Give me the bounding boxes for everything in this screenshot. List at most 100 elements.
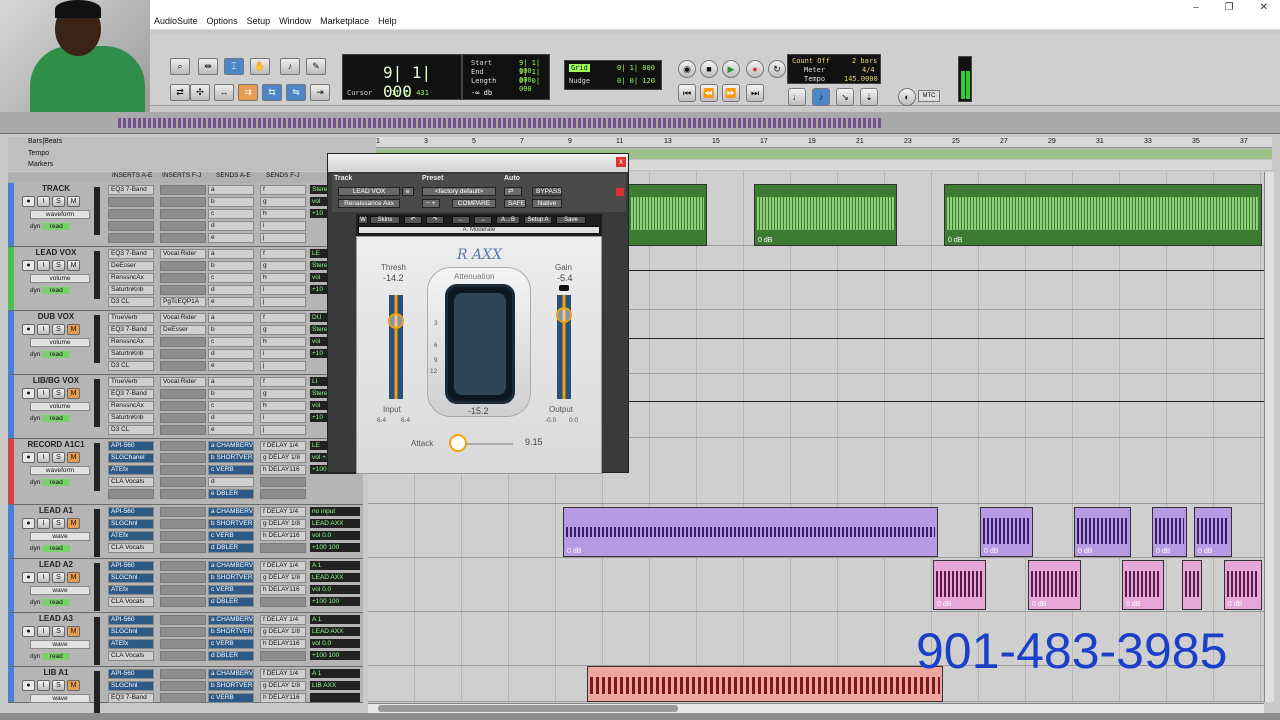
audio-clip[interactable]: 0 dB <box>980 507 1033 557</box>
io-slot[interactable]: +100 100 <box>310 597 360 606</box>
send-slot[interactable]: f DELAY 1/4 <box>260 669 306 679</box>
track-view-selector[interactable]: volume <box>30 338 90 347</box>
automation-mode[interactable]: dyn read <box>30 479 90 488</box>
send-slot[interactable]: d DBLER <box>208 651 254 661</box>
automation-mode[interactable]: dyn read <box>30 351 90 360</box>
insert-slot[interactable]: CLA Vocals <box>108 597 154 607</box>
send-slot[interactable]: b SHORTVER <box>208 681 254 691</box>
universe-overview[interactable] <box>0 112 1280 134</box>
send-slot[interactable]: e <box>208 233 254 243</box>
mute-button[interactable]: M <box>67 626 80 637</box>
grid-nudge-display[interactable]: Grid 0| 1| 000 Nudge 0| 0| 120 <box>564 60 662 90</box>
grabber-tool-icon[interactable]: ✋ <box>250 58 270 75</box>
insert-slot[interactable]: API-560 <box>108 507 154 517</box>
plugin-close-button[interactable]: x <box>616 157 626 167</box>
track-7[interactable]: LEAD A3 ● I S Mwave dyn read API-560 SLGChnl ATE… <box>8 613 363 667</box>
save-button[interactable]: Save <box>556 216 586 224</box>
return-to-zero-icon[interactable]: ⏮ <box>678 84 696 102</box>
send-slot[interactable]: h DELAY116 <box>260 639 306 649</box>
insert-slot[interactable] <box>160 185 206 195</box>
record-enable-button[interactable]: ● <box>22 324 35 335</box>
zoom-tool-icon[interactable]: ⌕ <box>170 58 190 75</box>
record-enable-button[interactable]: ● <box>22 518 35 529</box>
send-slot[interactable]: a CHAMBERV <box>208 507 254 517</box>
send-slot[interactable]: c <box>208 273 254 283</box>
automation-mode[interactable]: dyn read <box>30 287 90 296</box>
send-slot[interactable]: c VERB <box>208 465 254 475</box>
insert-slot[interactable] <box>160 597 206 607</box>
preset-nav-icon[interactable]: − + <box>422 199 440 208</box>
mute-button[interactable]: M <box>67 260 80 271</box>
mute-button[interactable]: M <box>67 388 80 399</box>
io-slot[interactable]: +100 100 <box>310 543 360 552</box>
insert-slot[interactable] <box>160 197 206 207</box>
insert-slot[interactable]: CLA Vocals <box>108 477 154 487</box>
track-name[interactable]: DUB VOX <box>20 312 92 322</box>
mute-button[interactable]: M <box>67 324 80 335</box>
track-view-selector[interactable]: wave <box>30 586 90 595</box>
prev-preset-icon[interactable]: ← <box>452 216 470 224</box>
send-slot[interactable] <box>260 597 306 607</box>
track-name[interactable]: LIB A1 <box>20 668 92 678</box>
record-enable-button[interactable]: ● <box>22 680 35 691</box>
send-slot[interactable]: b SHORTVER <box>208 627 254 637</box>
insert-slot[interactable]: D3 CL <box>108 297 154 307</box>
insert-slot[interactable] <box>160 573 206 583</box>
insert-slot[interactable] <box>160 519 206 529</box>
send-slot[interactable]: g DELAY 1/8 <box>260 573 306 583</box>
mtc-button[interactable]: MTC <box>918 90 940 102</box>
track-view-selector[interactable]: volume <box>30 402 90 411</box>
ab-copy-icon[interactable]: A→B <box>496 216 520 224</box>
insert-slot[interactable]: SLGChnl <box>108 627 154 637</box>
automation-mode[interactable]: dyn read <box>30 599 90 608</box>
track-name[interactable]: TRACK <box>20 184 92 194</box>
conductor-icon[interactable]: ♪ <box>812 88 830 106</box>
io-slot[interactable] <box>310 693 360 702</box>
insert-slot[interactable] <box>160 273 206 283</box>
send-slot[interactable]: e DBLER <box>208 489 254 499</box>
menu-options[interactable]: Options <box>207 16 238 26</box>
insert-slot[interactable]: SLGChnl <box>108 519 154 529</box>
mute-button[interactable]: M <box>67 452 80 463</box>
send-slot[interactable]: f <box>260 185 306 195</box>
insert-slot[interactable] <box>160 401 206 411</box>
insert-slot[interactable] <box>160 221 206 231</box>
insert-slot[interactable]: EQ3 7-Band <box>108 185 154 195</box>
insert-slot[interactable] <box>108 209 154 219</box>
stop-icon[interactable]: ■ <box>700 60 718 78</box>
mute-button[interactable]: M <box>67 680 80 691</box>
send-slot[interactable]: j <box>260 297 306 307</box>
track-name[interactable]: LEAD A3 <box>20 614 92 624</box>
send-slot[interactable]: d <box>208 349 254 359</box>
send-slot[interactable]: d <box>208 413 254 423</box>
insert-slot[interactable]: EQ3 7-Band <box>108 249 154 259</box>
insert-slot[interactable]: RenssncAx <box>108 401 154 411</box>
insert-slot[interactable] <box>160 477 206 487</box>
io-slot[interactable]: vol 0.0 <box>310 639 360 648</box>
send-slot[interactable] <box>260 651 306 661</box>
insert-slot[interactable] <box>160 261 206 271</box>
send-slot[interactable]: d DBLER <box>208 543 254 553</box>
thresh-fader[interactable] <box>389 295 403 399</box>
send-slot[interactable]: h <box>260 401 306 411</box>
send-slot[interactable]: b <box>208 325 254 335</box>
menu-marketplace[interactable]: Marketplace <box>320 16 369 26</box>
online-icon[interactable]: ◉ <box>678 60 696 78</box>
insert-slot[interactable]: SaturtnKnb <box>108 413 154 423</box>
insert-slot[interactable] <box>160 209 206 219</box>
record-icon[interactable]: ● <box>746 60 764 78</box>
insert-slot[interactable] <box>160 441 206 451</box>
input-monitor-button[interactable]: I <box>37 626 50 637</box>
preset-selector[interactable]: <factory default> <box>422 187 496 196</box>
send-slot[interactable]: d DBLER <box>208 597 254 607</box>
insert-slot[interactable]: DeEsser <box>108 261 154 271</box>
audio-clip[interactable]: 0 dB <box>1028 560 1081 610</box>
insert-slot[interactable]: Vocal Rider <box>160 377 206 387</box>
bars-beats-ruler[interactable]: 1 3 5 7 9 11 13 15 17 19 21 23 25 27 29 31 33 35 37 <box>376 137 1272 148</box>
solo-button[interactable]: S <box>52 626 65 637</box>
track-view-selector[interactable]: waveform <box>30 210 90 219</box>
send-slot[interactable]: c VERB <box>208 585 254 595</box>
input-monitor-button[interactable]: I <box>37 518 50 529</box>
bypass-button[interactable]: BYPASS <box>532 187 562 196</box>
insert-slot[interactable]: D3 CL <box>108 361 154 371</box>
